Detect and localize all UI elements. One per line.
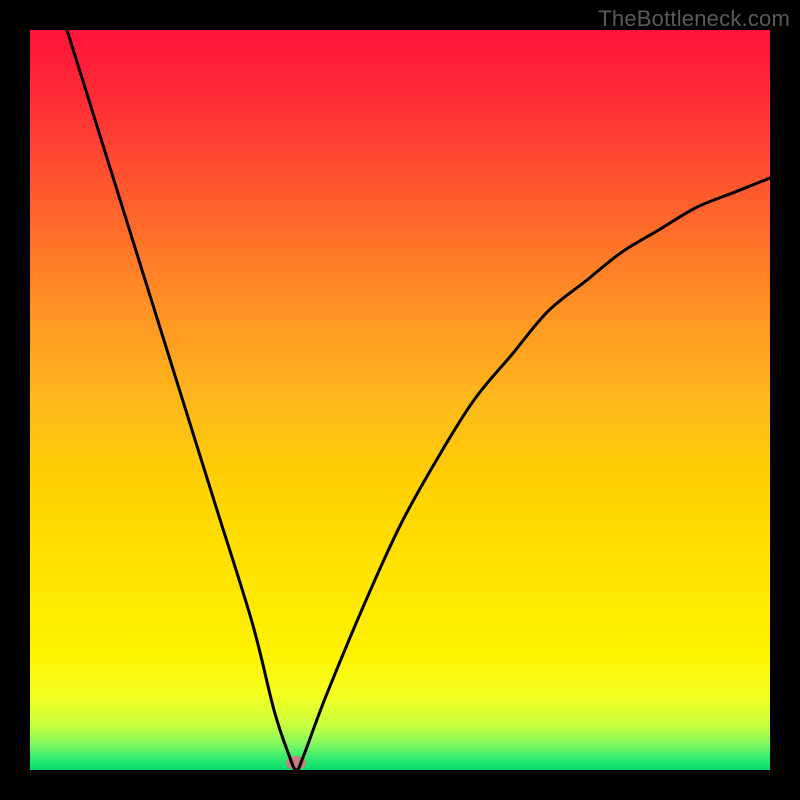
watermark-text: TheBottleneck.com bbox=[598, 6, 790, 32]
plot-frame bbox=[30, 30, 770, 770]
bottleneck-curve bbox=[30, 30, 770, 770]
